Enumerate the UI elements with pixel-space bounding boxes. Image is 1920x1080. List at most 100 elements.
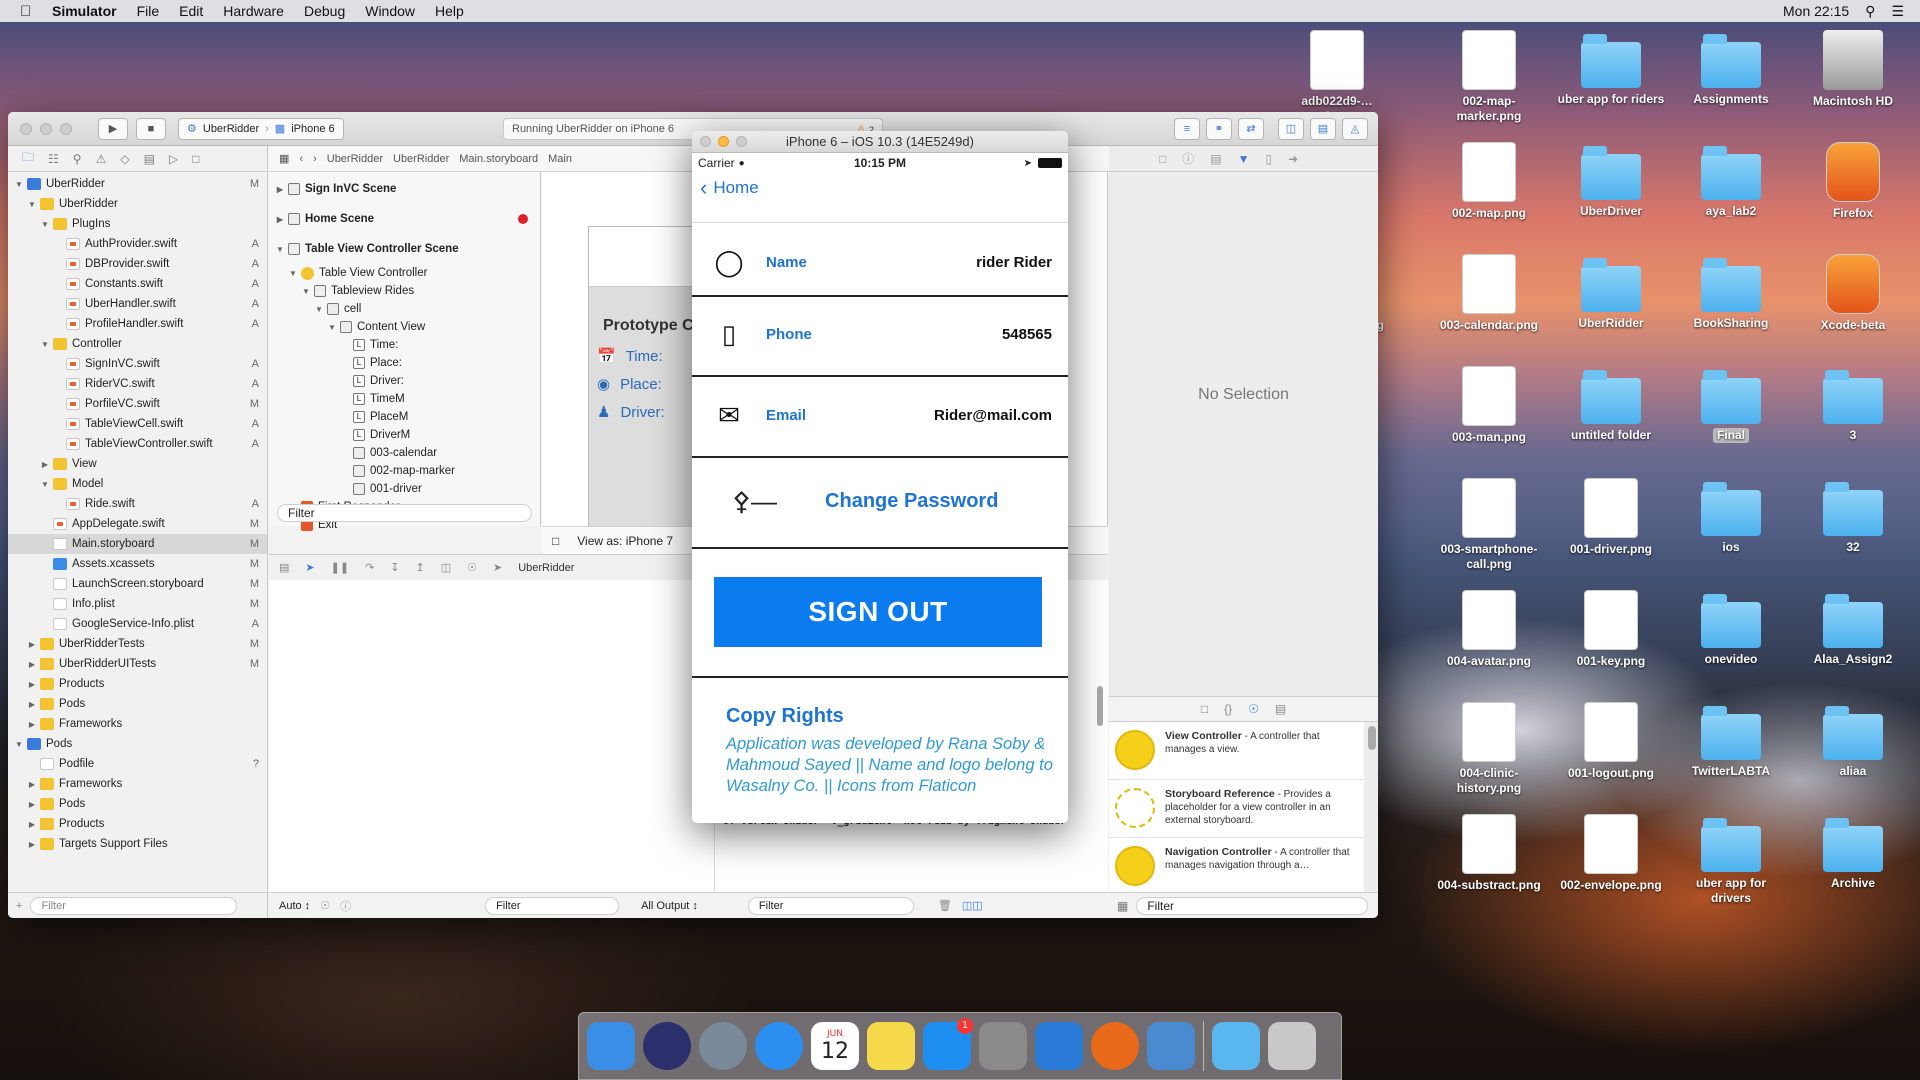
desktop-icon[interactable]: 003-man.png: [1434, 366, 1544, 445]
outline-item[interactable]: 001-driver: [269, 480, 540, 498]
xcode-beta-dock-icon[interactable]: [1147, 1022, 1195, 1070]
desktop-icon[interactable]: 001-key.png: [1556, 590, 1666, 669]
split-view-icon[interactable]: ◫◫: [962, 899, 983, 912]
identity-inspector-icon[interactable]: ▤: [1210, 152, 1221, 166]
system-preferences-dock-icon[interactable]: [979, 1022, 1027, 1070]
navigator-item[interactable]: Info.plist M: [8, 594, 267, 614]
related-items-icon[interactable]: ▦: [279, 152, 289, 165]
disclosure-triangle-icon[interactable]: ▶: [275, 185, 285, 194]
navigator-item[interactable]: AppDelegate.swift M: [8, 514, 267, 534]
navigator-item[interactable]: RiderVC.swift A: [8, 374, 267, 394]
firefox-dock-icon[interactable]: [1091, 1022, 1139, 1070]
calendar-dock-icon[interactable]: JUN 12: [811, 1022, 859, 1070]
outline-item[interactable]: L Driver:: [269, 372, 540, 390]
toggle-debug-area-icon[interactable]: ▤: [1310, 118, 1336, 140]
breakpoint-icon[interactable]: ▷: [169, 152, 178, 166]
toggle-navigator-icon[interactable]: ◫: [1278, 118, 1304, 140]
folder-icon[interactable]: 🗀: [22, 148, 34, 169]
file-template-icon[interactable]: □: [1201, 702, 1208, 716]
size-inspector-icon[interactable]: ▯: [1266, 152, 1273, 166]
version-editor-icon[interactable]: ⇄: [1238, 118, 1264, 140]
navigator-item[interactable]: ▼ PlugIns: [8, 214, 267, 234]
back-button[interactable]: Home: [713, 178, 758, 198]
issue-icon[interactable]: ⚠: [96, 152, 107, 166]
desktop-icon[interactable]: 002-map.png: [1434, 142, 1544, 221]
desktop-icon[interactable]: 002-map-marker.png: [1434, 30, 1544, 124]
info-icon[interactable]: ⓘ: [340, 898, 351, 914]
navigator-item[interactable]: TableViewCell.swift A: [8, 414, 267, 434]
eye-icon[interactable]: ☉: [320, 899, 330, 912]
console-filter-input[interactable]: Filter: [747, 896, 914, 915]
trash-dock-icon[interactable]: [1268, 1022, 1316, 1070]
outline-item[interactable]: ▶ Home Scene: [269, 204, 540, 234]
forward-arrow-icon[interactable]: ›: [313, 153, 317, 165]
disclosure-triangle-icon[interactable]: ▼: [275, 245, 285, 254]
source-control-icon[interactable]: ☷: [48, 152, 59, 166]
menu-app-name[interactable]: Simulator: [52, 3, 117, 19]
navigator-filter-input[interactable]: Filter: [30, 896, 237, 915]
disclosure-triangle-icon[interactable]: ▶: [40, 460, 50, 469]
sign-out-button[interactable]: SIGN OUT: [714, 577, 1042, 647]
help-inspector-icon[interactable]: ⓘ: [1182, 150, 1194, 167]
desktop-icon[interactable]: aliaa: [1798, 702, 1908, 779]
navigator-item[interactable]: ProfileHandler.swift A: [8, 314, 267, 334]
add-icon[interactable]: +: [16, 900, 22, 912]
desktop-icon[interactable]: 32: [1798, 478, 1908, 555]
disclosure-triangle-icon[interactable]: ▶: [27, 820, 37, 829]
debug-icon[interactable]: ▤: [144, 152, 155, 166]
finder-dock-icon[interactable]: [587, 1022, 635, 1070]
spotlight-icon[interactable]: ⚲: [1865, 3, 1875, 20]
navigator-item[interactable]: ▶ Pods: [8, 794, 267, 814]
variables-view[interactable]: [269, 580, 715, 916]
auto-selector[interactable]: Auto ↕: [279, 900, 310, 912]
navigator-item[interactable]: ▶ Products: [8, 674, 267, 694]
library-scrollbar[interactable]: [1368, 726, 1376, 750]
connections-inspector-icon[interactable]: ➜: [1288, 152, 1298, 166]
menu-window[interactable]: Window: [365, 3, 415, 19]
desktop-icon[interactable]: UberDriver: [1556, 142, 1666, 219]
disclosure-triangle-icon[interactable]: ▼: [40, 340, 50, 349]
navigator-item[interactable]: Podfile?: [8, 754, 267, 774]
navigator-item[interactable]: AuthProvider.swift A: [8, 234, 267, 254]
app-store-dock-icon[interactable]: 1: [923, 1018, 973, 1070]
disclosure-triangle-icon[interactable]: ▶: [27, 780, 37, 789]
safari-dock-icon[interactable]: [755, 1022, 803, 1070]
change-password-row[interactable]: ⚴— Change Password: [692, 471, 1068, 531]
outline-item[interactable]: ▶ Sign InVC Scene: [269, 174, 540, 204]
navigator-item[interactable]: ▶ Targets Support Files: [8, 834, 267, 854]
disclosure-triangle-icon[interactable]: ▼: [14, 180, 24, 189]
object-library-icon[interactable]: ☉: [1248, 702, 1259, 716]
navigator-item[interactable]: ▶ Frameworks: [8, 714, 267, 734]
desktop-icon[interactable]: 3: [1798, 366, 1908, 443]
back-arrow-icon[interactable]: ‹: [299, 153, 303, 165]
test-icon[interactable]: ◇: [120, 152, 129, 166]
notification-center-icon[interactable]: ☰: [1891, 3, 1904, 20]
disclosure-triangle-icon[interactable]: ▼: [301, 287, 311, 296]
navigator-item[interactable]: ▶ View: [8, 454, 267, 474]
step-in-icon[interactable]: ↧: [390, 561, 399, 574]
desktop-icon[interactable]: uber app for riders: [1556, 30, 1666, 107]
location-icon[interactable]: ➤: [493, 561, 502, 574]
navigator-item[interactable]: ▼ UberRidder M: [8, 174, 267, 194]
disclosure-triangle-icon[interactable]: ▼: [40, 220, 50, 229]
desktop-icon[interactable]: Xcode-beta: [1798, 254, 1908, 333]
navigator-item[interactable]: GoogleService-Info.plist A: [8, 614, 267, 634]
desktop-icon[interactable]: Firefox: [1798, 142, 1908, 221]
menu-file[interactable]: File: [137, 3, 160, 19]
run-button[interactable]: ▶: [98, 117, 128, 140]
grid-view-icon[interactable]: ▦: [1117, 899, 1128, 913]
media-library-icon[interactable]: ▤: [1275, 702, 1286, 716]
navigator-item[interactable]: ▶ Products: [8, 814, 267, 834]
navigator-item[interactable]: ▼ UberRidder: [8, 194, 267, 214]
menu-debug[interactable]: Debug: [304, 3, 345, 19]
standard-editor-icon[interactable]: ≡: [1174, 118, 1200, 140]
breakpoints-toggle-icon[interactable]: ➤: [305, 561, 314, 574]
desktop-icon[interactable]: 003-calendar.png: [1434, 254, 1544, 333]
desktop-icon[interactable]: aya_lab2: [1676, 142, 1786, 219]
navigator-item[interactable]: ▼ Model: [8, 474, 267, 494]
desktop-icon[interactable]: Alaa_Assign2: [1798, 590, 1908, 667]
memory-graph-icon[interactable]: ☉: [467, 561, 477, 574]
scheme-selector[interactable]: ⚙ UberRidder › ▩ iPhone 6: [178, 117, 344, 140]
change-password-button[interactable]: Change Password: [825, 490, 998, 513]
desktop-icon[interactable]: adb022d9-…a3.png: [1282, 30, 1392, 124]
